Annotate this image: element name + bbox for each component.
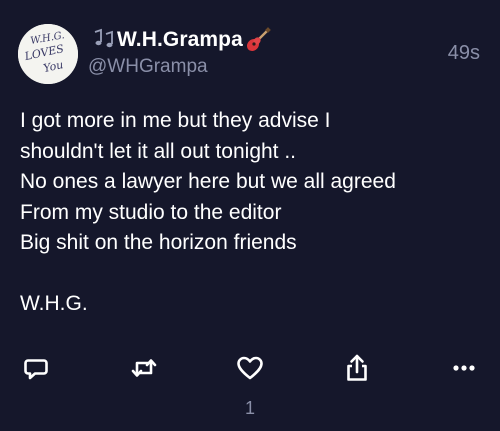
share-button[interactable] [339, 350, 375, 386]
action-bar [0, 350, 500, 386]
like-count[interactable]: 1 [243, 398, 257, 419]
timestamp[interactable]: 49s [448, 42, 480, 65]
reply-button[interactable] [18, 350, 54, 386]
guitar-icon [244, 26, 272, 54]
more-icon [453, 365, 475, 371]
reply-icon [24, 359, 48, 380]
tweet-header: W.H.Grampa @WHGrampa [88, 26, 480, 82]
user-handle[interactable]: @WHGrampa [88, 56, 480, 78]
more-button[interactable] [446, 350, 482, 386]
avatar[interactable]: W.H.G. LOVES You [18, 24, 78, 84]
retweet-button[interactable] [126, 350, 162, 386]
tweet-card[interactable]: W.H.G. LOVES You W.H.Grampa @WHGrampa 49… [0, 0, 500, 431]
musical-notes-icon [88, 26, 116, 54]
heart-icon [237, 356, 263, 380]
display-name-row[interactable]: W.H.Grampa [88, 26, 480, 54]
retweet-icon [131, 359, 157, 377]
tweet-text: I got more in me but they advise I shoul… [20, 109, 396, 315]
like-button[interactable] [232, 350, 268, 386]
display-name[interactable]: W.H.Grampa [117, 28, 243, 52]
share-icon [347, 354, 367, 381]
avatar-image: W.H.G. LOVES You [18, 24, 78, 84]
